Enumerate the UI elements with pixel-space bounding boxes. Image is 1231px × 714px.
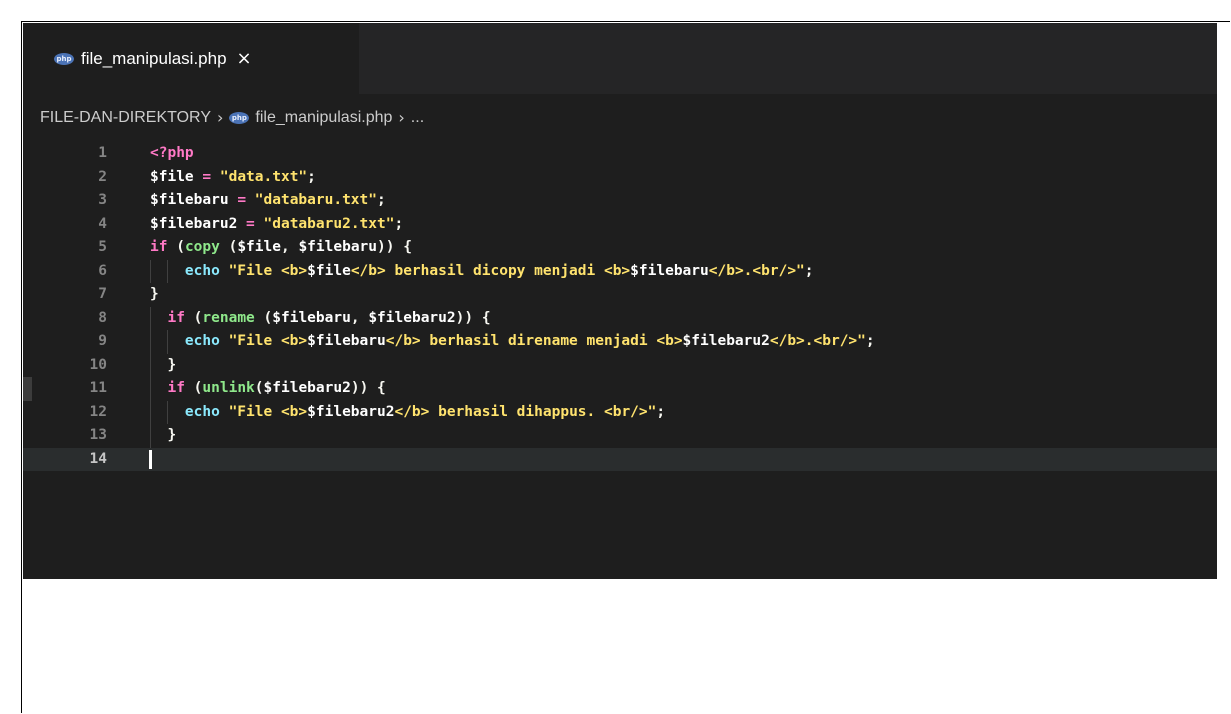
code-line[interactable]: 6 echo "File <b>$file</b> berhasil dicop… — [23, 259, 1217, 283]
code-text: } — [150, 286, 159, 302]
code-text: echo "File <b>$filebaru2</b> berhasil di… — [184, 403, 666, 420]
tab-file-manipulasi[interactable]: php file_manipulasi.php × — [23, 23, 359, 94]
line-number: 13 — [89, 427, 107, 443]
code-line[interactable]: 3 $filebaru = "databaru.txt"; — [23, 189, 1217, 213]
code-line[interactable]: 10 } — [23, 353, 1217, 377]
chevron-right-icon: › — [398, 108, 405, 127]
breadcrumb-folder[interactable]: FILE-DAN-DIREKTORY — [40, 109, 211, 127]
php-file-icon: php — [229, 111, 250, 124]
code-text: if (unlink($filebaru2)) { — [167, 380, 386, 396]
code-line[interactable]: 7} — [23, 283, 1217, 307]
php-file-icon: php — [54, 52, 74, 65]
code-line[interactable]: 14 — [23, 447, 1217, 471]
line-number: 9 — [98, 333, 107, 349]
breadcrumb-file[interactable]: file_manipulasi.php — [255, 109, 392, 127]
code-line[interactable]: 4 $filebaru2 = "databaru2.txt"; — [23, 213, 1217, 237]
code-line[interactable]: 13 } — [23, 424, 1217, 448]
line-number: 1 — [98, 145, 107, 161]
code-editor[interactable]: php file_manipulasi.php × FILE-DAN-DIREK… — [23, 23, 1217, 579]
line-number: 12 — [89, 403, 107, 420]
code-line[interactable]: 9 echo "File <b>$filebaru</b> berhasil d… — [23, 330, 1217, 354]
line-number: 8 — [98, 309, 107, 326]
code-text: $filebaru2 = "databaru2.txt"; — [150, 215, 404, 232]
code-line[interactable]: 11 if (unlink($filebaru2)) { — [23, 377, 1217, 401]
line-number: 6 — [98, 262, 107, 279]
code-text: if (copy ($file, $filebaru)) { — [150, 239, 412, 255]
code-line[interactable]: 12 echo "File <b>$filebaru2</b> berhasil… — [23, 400, 1217, 424]
code-text: if (rename ($filebaru, $filebaru2)) { — [167, 309, 491, 326]
code-text: } — [150, 356, 177, 373]
tab-title: file_manipulasi.php — [81, 48, 227, 68]
code-text: echo "File <b>$file</b> berhasil dicopy … — [184, 262, 814, 279]
text-cursor — [149, 449, 152, 469]
code-line[interactable]: 1 <?php — [23, 142, 1217, 166]
line-number: 10 — [89, 356, 107, 373]
screenshot-frame: php file_manipulasi.php × FILE-DAN-DIREK… — [21, 21, 1230, 713]
breadcrumb-more[interactable]: ... — [411, 109, 424, 127]
tab-bar: php file_manipulasi.php × — [23, 23, 1217, 94]
code-text: $file = "data.txt"; — [150, 168, 316, 185]
line-number: 11 — [89, 380, 107, 396]
line-number: 2 — [98, 168, 107, 185]
line-number: 3 — [98, 192, 107, 208]
line-number: 14 — [89, 450, 107, 467]
code-text: echo "File <b>$filebaru</b> berhasil dir… — [184, 333, 875, 349]
code-line[interactable]: 5 if (copy ($file, $filebaru)) { — [23, 236, 1217, 260]
line-number: 5 — [98, 239, 107, 255]
close-icon[interactable]: × — [237, 49, 252, 68]
line-number: 7 — [98, 286, 107, 302]
code-line[interactable]: 2 $file = "data.txt"; — [23, 166, 1217, 190]
code-text: } — [150, 427, 177, 443]
code-area[interactable]: 1 <?php 2 $file = "data.txt"; 3 $filebaru = "… — [23, 142, 1217, 471]
line-number: 4 — [98, 215, 107, 232]
breadcrumb: FILE-DAN-DIREKTORY › php file_manipulasi… — [23, 94, 1217, 141]
chevron-right-icon: › — [217, 108, 224, 127]
code-text: $filebaru = "databaru.txt"; — [150, 192, 386, 208]
code-text: <?php — [150, 145, 194, 161]
code-line[interactable]: 8 if (rename ($filebaru, $filebaru2)) { — [23, 306, 1217, 330]
